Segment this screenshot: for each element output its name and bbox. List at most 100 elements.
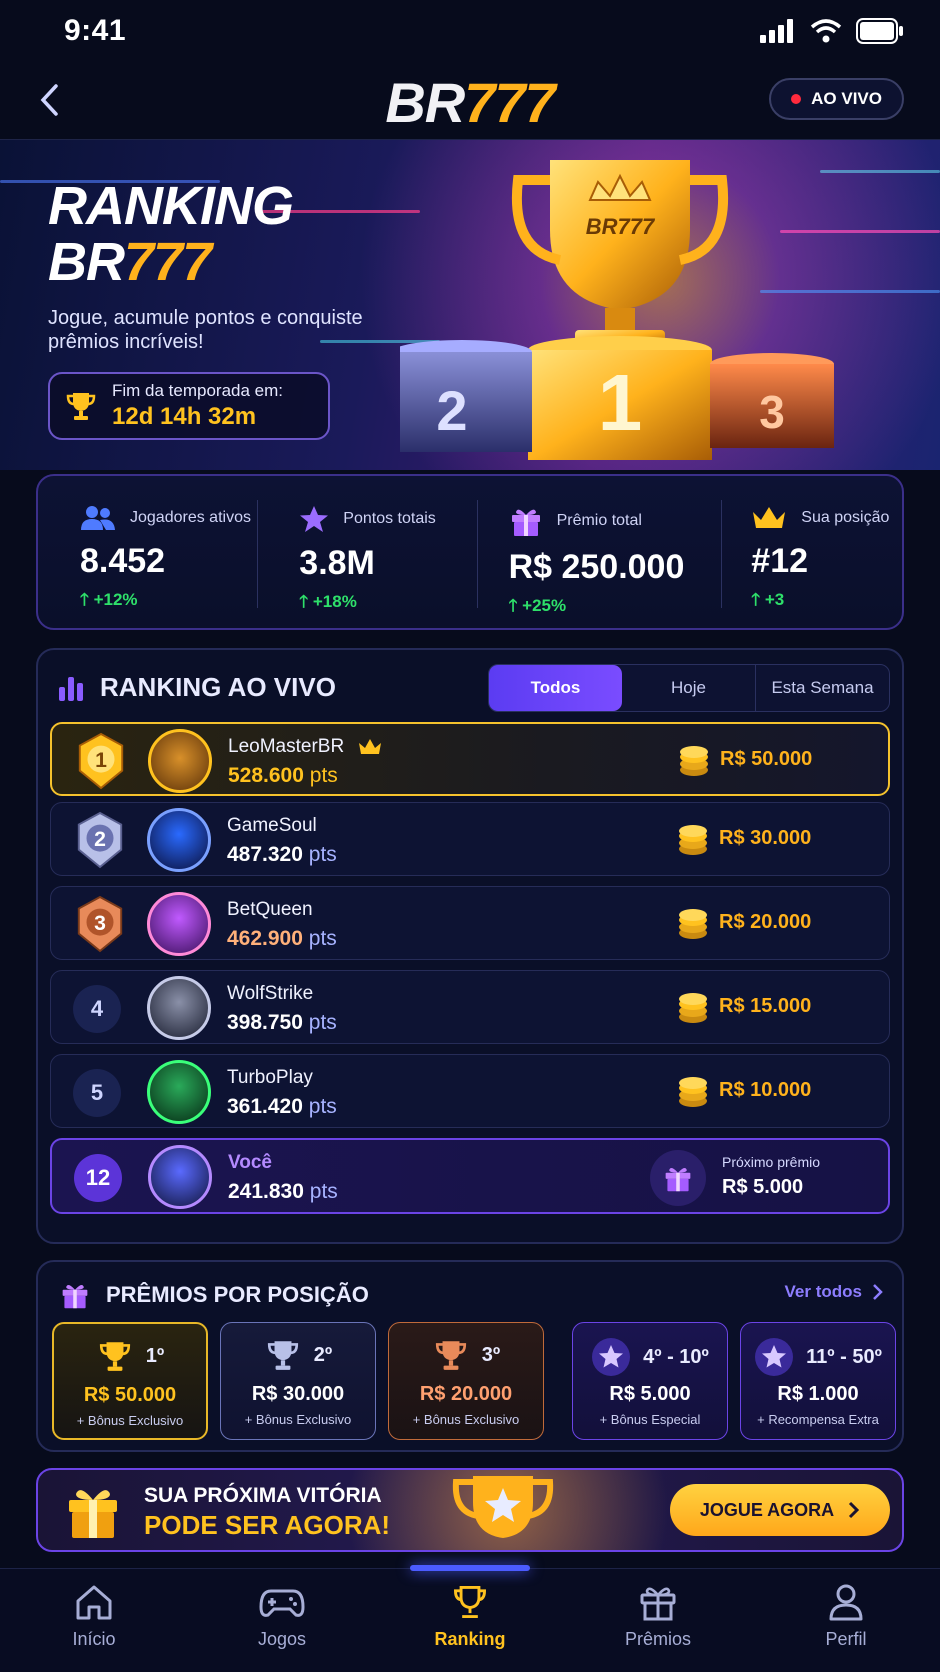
- player-points: 487.320 pts: [227, 843, 337, 866]
- tab-esta-semana[interactable]: Esta Semana: [755, 665, 889, 711]
- stat-value: 8.452: [80, 542, 166, 580]
- podium-2-label: 2: [436, 379, 467, 442]
- chevron-right-icon: [849, 1501, 860, 1519]
- status-time: 9:41: [64, 14, 127, 47]
- chevron-right-icon: [873, 1284, 883, 1300]
- avatar: [147, 808, 211, 872]
- prize-bonus: + Bônus Exclusivo: [76, 1413, 184, 1428]
- svg-text:1: 1: [95, 749, 107, 772]
- star-icon: [592, 1338, 631, 1376]
- prize-amount: R$ 20.000: [419, 1383, 513, 1405]
- season-value: 12d 14h 32m: [112, 403, 257, 430]
- gamepad-icon: [259, 1589, 305, 1617]
- gift-icon: [62, 1284, 88, 1309]
- stat-value: R$ 250.000: [508, 548, 685, 586]
- hero-banner: RANKING BR777 Jogue, acumule pontos e co…: [0, 140, 940, 470]
- tab-hoje[interactable]: Hoje: [622, 665, 755, 711]
- nav-premios[interactable]: Prêmios: [564, 1569, 752, 1672]
- player-points: 398.750 pts: [227, 1011, 337, 1034]
- ranking-row-5[interactable]: 5 TurboPlay 361.420 pts R$ 10.000: [50, 1054, 890, 1128]
- stat-label: Pontos totais: [343, 510, 436, 527]
- tab-todos[interactable]: Todos: [489, 665, 622, 711]
- crown-icon: [753, 507, 786, 528]
- nav-ranking[interactable]: Ranking: [376, 1569, 564, 1672]
- coins-icon: [679, 1077, 707, 1107]
- star-icon: [755, 1338, 794, 1376]
- gift-icon: [511, 509, 540, 536]
- signal-icon: [760, 19, 793, 43]
- home-icon: [76, 1585, 112, 1620]
- player-points: 361.420 pts: [227, 1095, 337, 1118]
- prize-amount: R$ 5.000: [609, 1383, 691, 1405]
- stat-active-players: Jogadores ativos 8.452 🡑 +12%: [38, 476, 257, 628]
- stat-total-prize: Prêmio total R$ 250.000 🡑 +25%: [476, 476, 722, 628]
- prize-amount: R$ 50.000: [83, 1384, 177, 1406]
- avatar: [147, 976, 211, 1040]
- ranking-row-1[interactable]: 1 LeoMasterBR 528.600 pts R$ 50.000: [50, 722, 890, 796]
- player-points: 462.900 pts: [227, 927, 337, 950]
- rank-number: 4: [73, 985, 121, 1033]
- stat-delta: 🡑 +18%: [299, 592, 357, 611]
- stat-total-points: Pontos totais 3.8M 🡑 +18%: [257, 476, 476, 628]
- gold-medal-icon: 1: [74, 732, 128, 790]
- bronze-medal-icon: 3: [73, 895, 127, 953]
- ranking-row-3[interactable]: 3 BetQueen 462.900 pts R$ 20.000: [50, 886, 890, 960]
- gift-box-icon: [69, 1490, 117, 1538]
- ranking-row-4[interactable]: 4 WolfStrike 398.750 pts R$ 15.000: [50, 970, 890, 1044]
- ranking-title: RANKING AO VIVO: [56, 672, 336, 703]
- hero-subtitle: Jogue, acumule pontos e conquiste prêmio…: [48, 307, 363, 353]
- my-name: Você: [228, 1152, 273, 1173]
- hero-title-line2: BR777: [48, 232, 212, 292]
- stat-your-position: Sua posição #12 🡑 +3: [721, 476, 902, 628]
- prize-card-3[interactable]: 3º R$ 20.000 + Bônus Exclusivo: [388, 1322, 544, 1440]
- trophy-star-icon: [452, 1476, 554, 1538]
- live-badge[interactable]: AO VIVO: [769, 78, 904, 120]
- live-ranking-panel: RANKING AO VIVO Todos Hoje Esta Semana 1…: [36, 648, 904, 1244]
- season-countdown: Fim da temporada em: 12d 14h 32m: [48, 372, 330, 440]
- coins-icon: [679, 909, 707, 939]
- nav-jogos[interactable]: Jogos: [188, 1569, 376, 1672]
- trophy-icon: [267, 1341, 298, 1370]
- star-icon: [300, 506, 329, 532]
- ranking-row-2[interactable]: 2 GameSoul 487.320 pts R$ 30.000: [50, 802, 890, 876]
- prize-card-11-50[interactable]: 11º - 50º R$ 1.000 + Recompensa Extra: [740, 1322, 896, 1440]
- play-now-button[interactable]: JOGUE AGORA: [670, 1484, 890, 1536]
- trophy-icon: [66, 393, 96, 420]
- svg-text:3: 3: [94, 912, 106, 935]
- hero-title-line1: RANKING: [48, 176, 294, 236]
- season-label: Fim da temporada em:: [112, 381, 284, 400]
- promo-banner: SUA PRÓXIMA VITÓRIA PODE SER AGORA! JOGU…: [36, 1468, 904, 1552]
- my-rank-number: 12: [74, 1154, 122, 1202]
- player-name: BetQueen: [227, 899, 313, 920]
- gift-icon: [640, 1587, 676, 1621]
- next-prize-label: Próximo prêmio: [722, 1154, 821, 1170]
- player-prize: R$ 50.000: [720, 748, 813, 770]
- nav-perfil[interactable]: Perfil: [752, 1569, 940, 1672]
- svg-text:2: 2: [94, 828, 106, 851]
- bottom-navigation: Início Jogos Ranking Prêmios Perfil: [0, 1565, 940, 1672]
- nav-inicio[interactable]: Início: [0, 1569, 188, 1672]
- coins-icon: [679, 993, 707, 1023]
- podium-3-label: 3: [759, 386, 785, 438]
- coins-icon: [679, 825, 707, 855]
- my-ranking-row[interactable]: 12 Você 241.830 pts Próximo prêmio R$ 5.…: [50, 1138, 890, 1214]
- avatar: [148, 729, 212, 793]
- prize-bonus: + Recompensa Extra: [757, 1412, 879, 1427]
- users-icon: [81, 506, 115, 530]
- promo-line2: PODE SER AGORA!: [144, 1510, 391, 1540]
- player-prize: R$ 30.000: [719, 827, 812, 849]
- see-all-link[interactable]: Ver todos: [785, 1282, 884, 1302]
- battery-icon: [856, 18, 903, 44]
- live-dot-icon: [791, 94, 802, 104]
- player-name: LeoMasterBR: [228, 736, 382, 758]
- stat-delta: 🡑 +25%: [508, 596, 567, 615]
- my-avatar: [148, 1145, 212, 1209]
- prize-card-4-10[interactable]: 4º - 10º R$ 5.000 + Bônus Especial: [572, 1322, 728, 1440]
- next-prize-value: R$ 5.000: [722, 1176, 804, 1198]
- prize-card-2[interactable]: 2º R$ 30.000 + Bônus Exclusivo: [220, 1322, 376, 1440]
- player-name: TurboPlay: [227, 1067, 313, 1088]
- avatar: [147, 1060, 211, 1124]
- player-points: 528.600 pts: [228, 764, 338, 787]
- prize-card-1[interactable]: 1º R$ 50.000 + Bônus Exclusivo: [52, 1322, 208, 1440]
- hero-title: RANKING BR777: [48, 176, 294, 292]
